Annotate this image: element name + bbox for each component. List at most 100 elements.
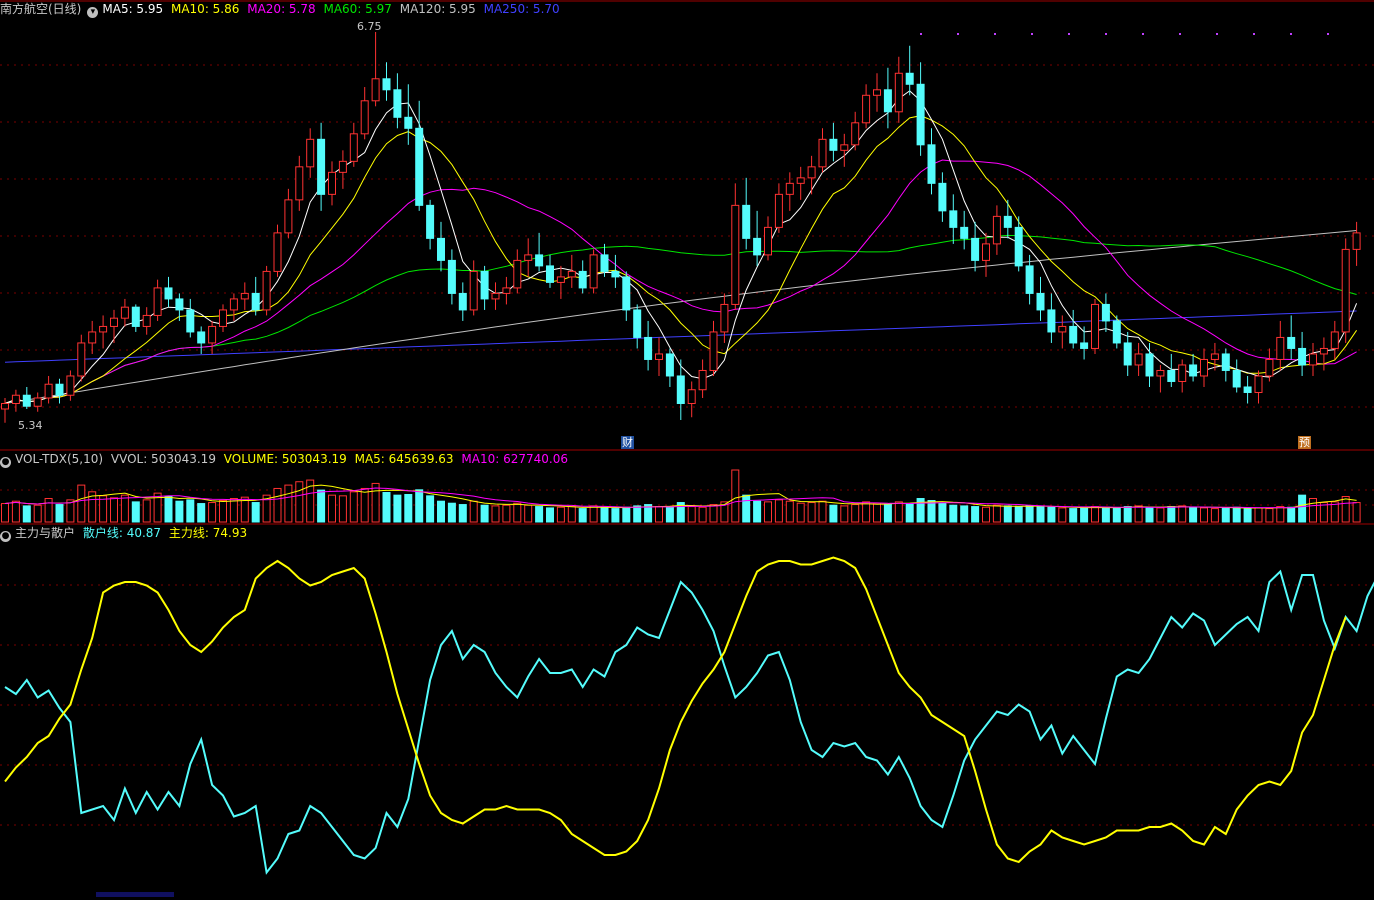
volume-bar-67 (731, 469, 740, 523)
volume-bar-32 (349, 491, 358, 523)
candle-body-83 (905, 72, 914, 85)
candle-body-53 (578, 270, 587, 289)
candle-body-60 (655, 353, 663, 360)
volume-bar-42 (458, 504, 467, 523)
candle-body-118 (1287, 336, 1296, 349)
candle-body-0 (1, 402, 9, 410)
main-line-value: 主力线: 74.93 (168, 526, 248, 540)
volume-bar-56 (611, 508, 620, 523)
volume-bar-106 (1156, 507, 1165, 523)
volume-bar-26 (284, 484, 293, 523)
candle-body-90 (982, 243, 990, 261)
volume-bar-29 (317, 489, 326, 523)
candle-body-119 (1298, 347, 1307, 366)
candle-body-21 (229, 298, 238, 311)
ma5-value: MA5: 5.95 (102, 2, 164, 16)
candle-body-4 (44, 383, 53, 399)
volume-bar-61 (665, 506, 674, 523)
candle-body-65 (709, 331, 718, 371)
candle-body-25 (273, 232, 282, 272)
volume-bar-97 (1058, 507, 1067, 523)
volume-bar-49 (535, 506, 544, 523)
candle-body-120 (1309, 353, 1317, 366)
volume-bar-54 (589, 505, 598, 523)
volume-bar-21 (229, 498, 238, 523)
volume-bar-92 (1003, 505, 1012, 523)
candle-body-73 (796, 177, 805, 184)
chart-stage[interactable]: 南方航空(日线) ▾ MA5: 5.95 MA10: 5.86 MA20: 5.78… (0, 0, 1374, 897)
volume-bar-16 (175, 500, 184, 523)
ma60-value: MA60: 5.97 (323, 2, 392, 16)
volume-bar-52 (567, 506, 576, 523)
stock-name[interactable]: 南方航空(日线) (0, 2, 81, 16)
indicator-panel-header: ● 主力与散户 散户线: 40.87 主力线: 74.93 (0, 525, 251, 542)
candle-body-76 (829, 138, 838, 151)
finance-report-marker[interactable]: 财 (621, 436, 634, 449)
volume-bar-107 (1167, 506, 1176, 523)
candle-body-17 (186, 309, 195, 333)
candle-body-103 (1123, 342, 1132, 366)
candle-body-3 (33, 397, 42, 407)
candle-body-34 (371, 78, 380, 102)
volume-bar-73 (796, 502, 805, 523)
date-strip (96, 892, 174, 897)
candle-body-67 (731, 204, 740, 305)
volume-bar-51 (556, 506, 565, 523)
candle-body-78 (851, 122, 860, 146)
retail-line (4, 569, 1374, 875)
volume-bar-86 (938, 502, 947, 523)
candle-body-91 (992, 215, 1001, 245)
candle-body-84 (916, 83, 925, 146)
volume-bar-104 (1134, 505, 1143, 523)
candle-body-97 (1058, 325, 1067, 333)
candle-body-32 (349, 133, 358, 162)
candle-body-47 (513, 259, 522, 289)
volume-bar-111 (1210, 508, 1219, 523)
vol-ma10-value: MA10: 627740.06 (461, 452, 568, 466)
candle-body-105 (1145, 353, 1154, 377)
candle-body-1 (11, 394, 20, 404)
price-panel-header: 南方航空(日线) ▾ MA5: 5.95 MA10: 5.86 MA20: 5.78… (0, 1, 564, 18)
volume-indicator-name[interactable]: VOL-TDX(5,10) (15, 452, 103, 466)
candle-body-87 (949, 210, 958, 228)
volume-bar-11 (120, 494, 129, 523)
chart-canvas[interactable] (0, 0, 1374, 897)
candle-body-14 (153, 287, 162, 316)
candle-body-54 (589, 254, 598, 289)
top-marker-dot-2 (994, 33, 996, 35)
candle-body-114 (1243, 386, 1252, 393)
top-marker-dot-4 (1068, 33, 1070, 35)
candle-body-51 (556, 276, 565, 283)
indicator-name[interactable]: 主力与散户 (15, 526, 75, 540)
candle-body-33 (360, 100, 369, 135)
volume-bar-75 (818, 500, 827, 523)
volume-bar-72 (785, 500, 794, 523)
candle-body-95 (1036, 292, 1045, 311)
candle-body-124 (1352, 232, 1361, 250)
volume-bar-103 (1123, 506, 1132, 523)
candle-body-104 (1134, 353, 1143, 366)
candle-body-100 (1091, 303, 1099, 349)
candle-body-117 (1276, 336, 1285, 360)
volume-bar-39 (426, 495, 435, 523)
candle-body-42 (458, 292, 467, 311)
forecast-marker[interactable]: 预 (1298, 436, 1311, 449)
circle-arrow-down-icon[interactable]: ▾ (87, 7, 99, 18)
volume-bar-0 (1, 503, 9, 523)
circle-dot-icon[interactable]: ● (0, 531, 11, 542)
volume-bar-110 (1200, 507, 1208, 523)
candle-body-20 (219, 309, 227, 327)
volume-bar-45 (491, 505, 500, 523)
volume-bar-30 (328, 494, 336, 523)
volume-bar-118 (1287, 506, 1296, 523)
volume-bar-18 (197, 503, 206, 523)
candle-body-55 (600, 254, 609, 272)
candle-body-113 (1232, 369, 1241, 388)
volume-bar-115 (1254, 507, 1263, 523)
circle-dot-icon[interactable]: ● (0, 457, 11, 468)
volume-bar-23 (251, 502, 260, 523)
candle-body-68 (742, 204, 751, 239)
volume-bar-102 (1112, 507, 1121, 523)
volume-bar-112 (1221, 507, 1230, 523)
volume-bar-69 (753, 500, 762, 523)
